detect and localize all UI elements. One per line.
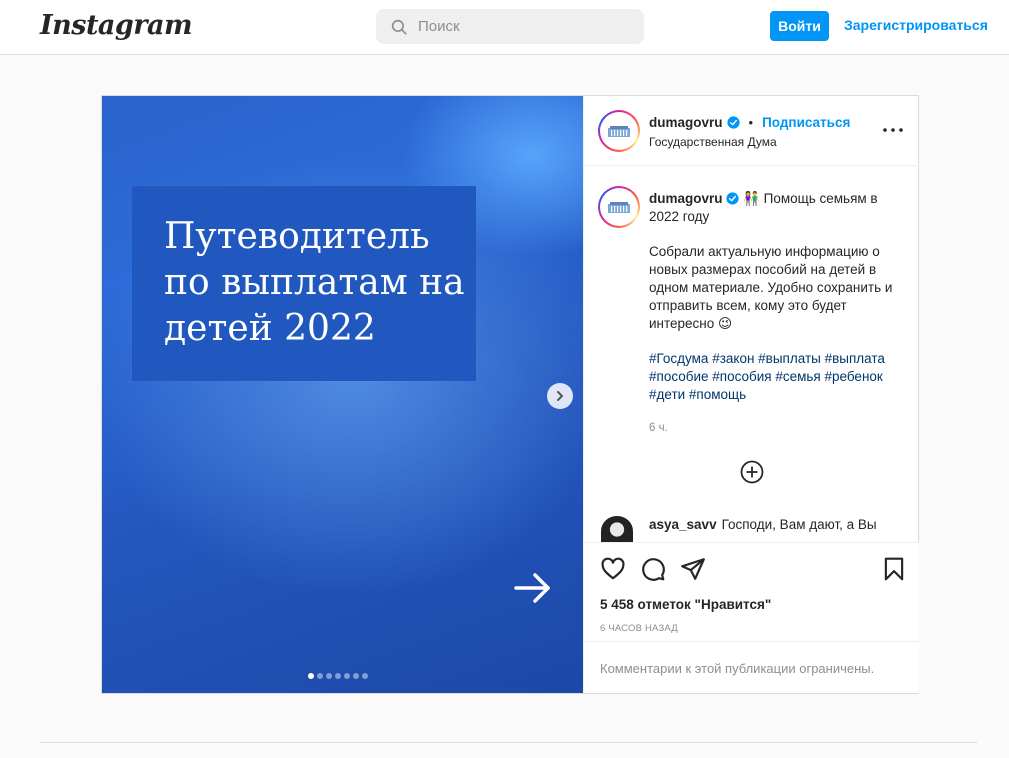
comment-item: asya_savv Господи, Вам дают, а Вы bbox=[649, 517, 877, 532]
save-bookmark-icon[interactable] bbox=[881, 556, 907, 582]
duma-logo-icon bbox=[608, 202, 630, 213]
author-row: dumagovru • Подписаться bbox=[649, 115, 850, 130]
likes-count[interactable]: 5 458 отметок "Нравится" bbox=[600, 597, 771, 612]
follow-button[interactable]: Подписаться bbox=[762, 115, 850, 130]
next-slide-button[interactable] bbox=[547, 383, 573, 409]
post-actions: 5 458 отметок "Нравится" 6 ЧАСОВ НАЗАД К… bbox=[584, 542, 919, 693]
verified-badge-icon bbox=[726, 192, 739, 205]
family-emoji: 👫 bbox=[743, 191, 760, 206]
slide-dot bbox=[362, 673, 368, 679]
author-username[interactable]: dumagovru bbox=[649, 115, 723, 130]
signup-link[interactable]: Зарегистрироваться bbox=[844, 17, 988, 33]
arrow-right-icon bbox=[514, 573, 550, 603]
post-card: Путеводитель по выплатам на детей 2022 d… bbox=[101, 95, 919, 694]
comment-bubble-icon[interactable] bbox=[640, 556, 666, 582]
post-timestamp: 6 ЧАСОВ НАЗАД bbox=[600, 623, 678, 634]
media-title: Путеводитель по выплатам на детей 2022 bbox=[164, 216, 465, 349]
comments-restricted-notice: Комментарии к этой публикации ограничены… bbox=[584, 641, 919, 694]
verified-badge-icon bbox=[726, 116, 740, 129]
more-options-icon[interactable] bbox=[881, 122, 905, 138]
slide-dot bbox=[326, 673, 332, 679]
caption-hashtags[interactable]: #Госдума #закон #выплаты #выплата #пособ… bbox=[649, 350, 911, 404]
post-sidebar: dumagovru • Подписаться Государственная … bbox=[583, 96, 919, 693]
search-icon bbox=[391, 19, 407, 35]
author-full-name: Государственная Дума bbox=[649, 135, 777, 149]
caption-body: Собрали актуальную информацию о новых ра… bbox=[649, 244, 893, 331]
slide-dot bbox=[335, 673, 341, 679]
post-caption: dumagovru 👫 Помощь семьям в 2022 году Со… bbox=[649, 190, 911, 421]
slide-dot bbox=[317, 673, 323, 679]
top-header: Instagram Поиск Войти Зарегистрироваться bbox=[0, 0, 1009, 55]
like-heart-icon[interactable] bbox=[600, 556, 626, 582]
instagram-logo[interactable]: Instagram bbox=[40, 10, 193, 41]
post-header: dumagovru • Подписаться Государственная … bbox=[584, 96, 919, 166]
slide-indicator bbox=[308, 673, 368, 679]
login-button[interactable]: Войти bbox=[770, 11, 829, 41]
chevron-right-icon bbox=[557, 391, 563, 401]
caption-time: 6 ч. bbox=[649, 422, 668, 434]
search-placeholder: Поиск bbox=[418, 18, 460, 35]
author-avatar[interactable] bbox=[598, 110, 640, 152]
search-input[interactable]: Поиск bbox=[376, 9, 644, 44]
slide-dot bbox=[308, 673, 314, 679]
slide-dot bbox=[353, 673, 359, 679]
media-title-box: Путеводитель по выплатам на детей 2022 bbox=[132, 186, 476, 381]
duma-logo-icon bbox=[608, 126, 630, 137]
dot-separator: • bbox=[748, 115, 754, 130]
commenter-username[interactable]: asya_savv bbox=[649, 517, 717, 532]
load-more-comments-icon[interactable] bbox=[740, 460, 764, 484]
caption-username[interactable]: dumagovru bbox=[649, 191, 723, 206]
caption-avatar[interactable] bbox=[598, 186, 640, 228]
footer-divider bbox=[40, 742, 977, 743]
comment-text: Господи, Вам дают, а Вы bbox=[721, 517, 877, 532]
slide-dot bbox=[344, 673, 350, 679]
post-media[interactable]: Путеводитель по выплатам на детей 2022 bbox=[102, 96, 583, 693]
share-paper-plane-icon[interactable] bbox=[680, 556, 706, 582]
